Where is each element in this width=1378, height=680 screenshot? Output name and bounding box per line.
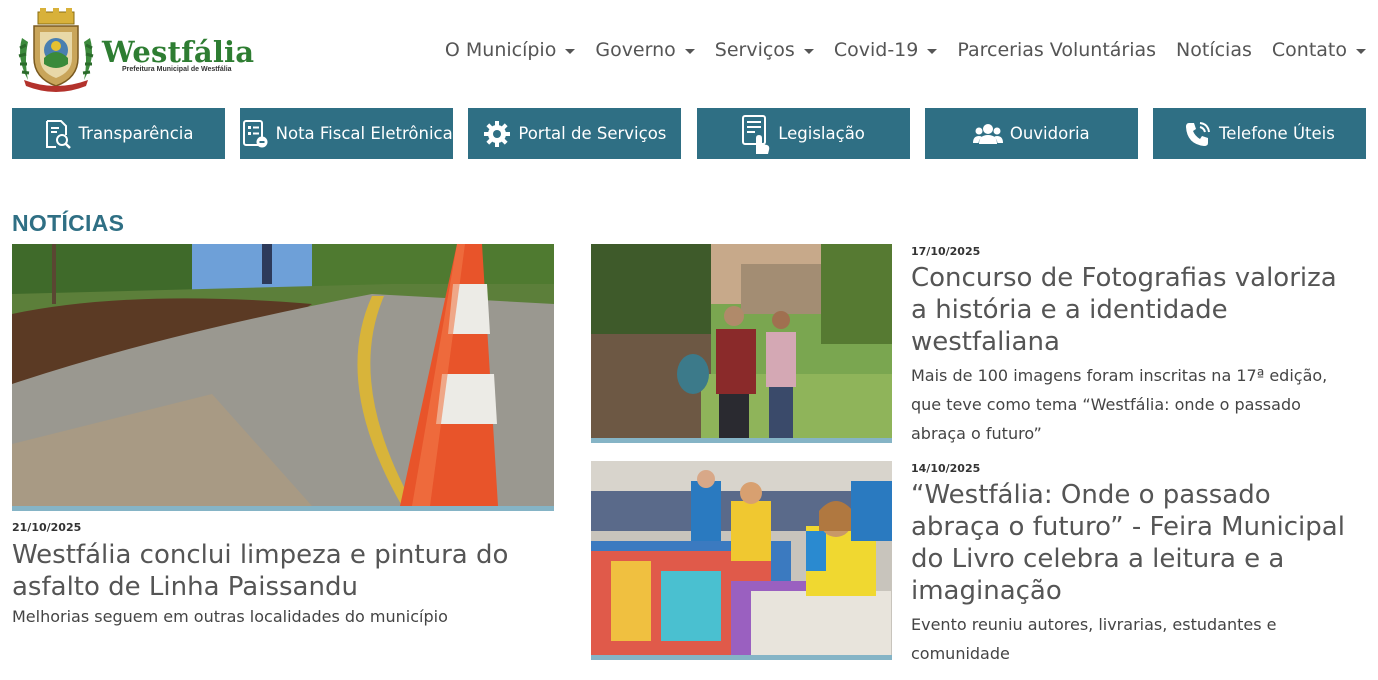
nav-item-o-municipio[interactable]: O Município (444, 39, 576, 61)
news-date: 17/10/2025 (911, 245, 981, 258)
book-fair-photo (591, 461, 892, 655)
news-item-1: 17/10/2025 Concurso de Fotografias valor… (911, 245, 1351, 448)
news-section-title: NOTÍCIAS (12, 210, 125, 236)
nav-item-label: Notícias (1176, 39, 1252, 61)
nav-item-label: Contato (1271, 39, 1347, 61)
featured-news-image[interactable] (12, 244, 554, 511)
news-title[interactable]: Concurso de Fotografias valoriza a histó… (911, 262, 1351, 358)
quick-link-label: Legislação (778, 124, 865, 143)
nav-item-parcerias[interactable]: Parcerias Voluntárias (957, 39, 1156, 61)
featured-news-date: 21/10/2025 (12, 521, 82, 534)
ouvidoria-button[interactable]: Ouvidoria (924, 108, 1138, 159)
news-image-2[interactable] (591, 461, 892, 660)
legislacao-button[interactable]: Legislação (696, 108, 910, 159)
transparencia-button[interactable]: Transparência (12, 108, 225, 159)
news-subtitle: Mais de 100 imagens foram inscritas na 1… (911, 366, 1328, 443)
nav-item-label: Governo (595, 39, 676, 61)
site-logo[interactable]: Westfália Prefeitura Municipal de Westfá… (14, 8, 254, 92)
caret-down-icon (1356, 48, 1366, 54)
touch-document-icon (742, 114, 770, 154)
news-date: 14/10/2025 (911, 462, 981, 475)
quick-link-label: Nota Fiscal Eletrônica (275, 124, 453, 143)
invoice-icon (242, 119, 268, 147)
nav-item-servicos[interactable]: Serviços (715, 39, 814, 61)
nav-item-governo[interactable]: Governo (595, 39, 695, 61)
document-search-icon (45, 119, 71, 149)
news-image-1[interactable] (591, 244, 892, 443)
caret-down-icon (684, 48, 695, 54)
nav-item-label: Covid-19 (833, 39, 919, 61)
nav-item-label: Parcerias Voluntárias (957, 39, 1157, 61)
nota-fiscal-button[interactable]: Nota Fiscal Eletrônica (240, 108, 454, 159)
phone-icon (1186, 121, 1211, 146)
nav-item-label: O Município (444, 39, 557, 61)
news-subtitle: Evento reuniu autores, livrarias, estuda… (911, 615, 1277, 663)
caret-down-icon (803, 48, 814, 54)
photo-contest-photo (591, 244, 892, 438)
news-item-2: 14/10/2025 “Westfália: Onde o passado ab… (911, 462, 1351, 668)
quick-link-label: Telefone Úteis (1219, 124, 1335, 143)
road-cone-photo (12, 244, 554, 506)
gear-icon (484, 120, 511, 147)
users-icon (972, 123, 1003, 144)
site-header: Westfália Prefeitura Municipal de Westfá… (0, 0, 1378, 100)
coat-of-arms-icon (18, 8, 94, 92)
logo-name: Westfália (102, 34, 255, 69)
nav-item-covid[interactable]: Covid-19 (834, 39, 938, 61)
nav-item-contato[interactable]: Contato (1272, 39, 1366, 61)
caret-down-icon (565, 48, 576, 54)
nav-item-label: Serviços (714, 39, 795, 61)
featured-news-subtitle: Melhorias seguem em outras localidades d… (12, 607, 448, 626)
portal-servicos-button[interactable]: Portal de Serviços (468, 108, 682, 159)
main-nav: O Município Governo Serviços Covid-19 Pa… (425, 36, 1366, 64)
featured-news-title[interactable]: Westfália conclui limpeza e pintura do a… (12, 539, 552, 603)
quick-link-label: Portal de Serviços (518, 124, 667, 143)
quick-links-bar: Transparência Nota Fiscal Eletrônica Por… (12, 108, 1366, 159)
caret-down-icon (927, 48, 938, 54)
quick-link-label: Transparência (78, 124, 194, 143)
telefones-button[interactable]: Telefone Úteis (1152, 108, 1366, 159)
nav-item-noticias[interactable]: Notícias (1176, 39, 1252, 61)
news-title[interactable]: “Westfália: Onde o passado abraça o futu… (911, 479, 1351, 607)
quick-link-label: Ouvidoria (1009, 124, 1090, 143)
